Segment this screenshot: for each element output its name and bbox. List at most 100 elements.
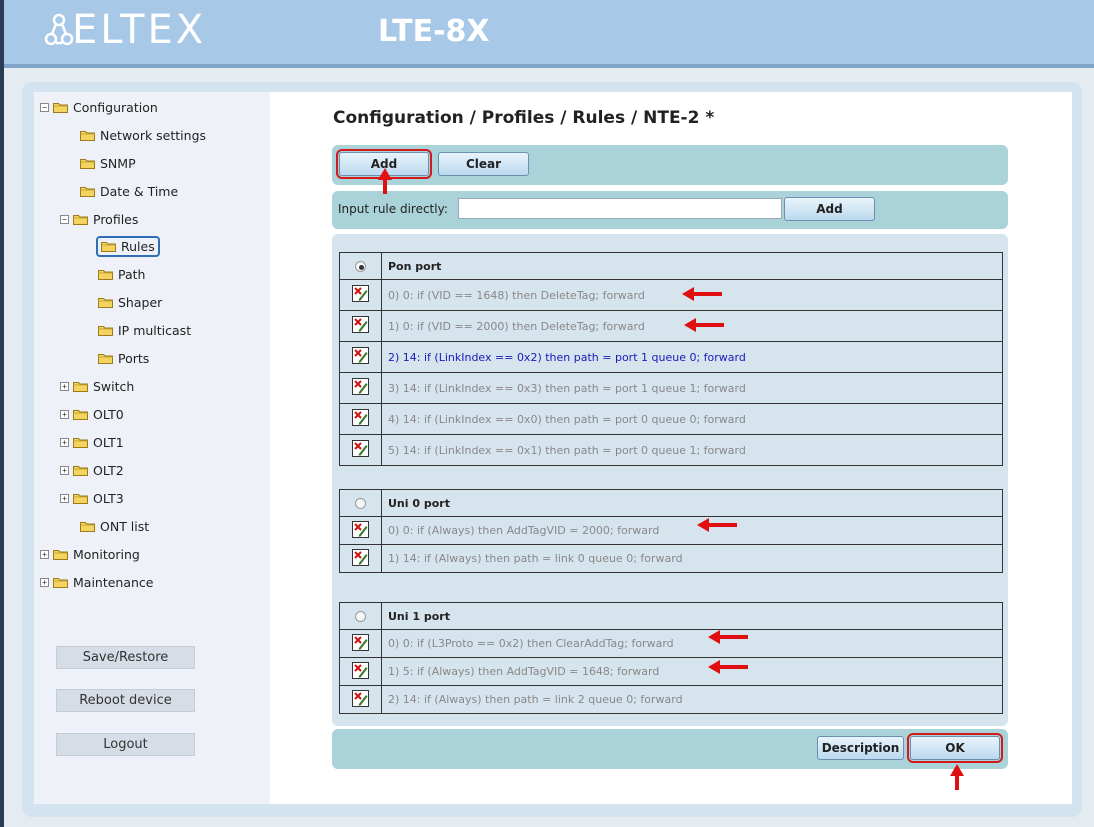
expand-icon[interactable]: + [60, 437, 69, 447]
rule-text[interactable]: 0) 0: if (Always) then AddTagVID = 2000;… [381, 516, 1003, 545]
sidebar-item-olt3[interactable]: + OLT3 [60, 487, 124, 509]
table-row[interactable]: 1) 5: if (Always) then AddTagVID = 1648;… [339, 657, 1003, 686]
table-header-row: Pon port [339, 252, 1003, 280]
rule-text[interactable]: 1) 5: if (Always) then AddTagVID = 1648;… [381, 657, 1003, 686]
direct-input-label: Input rule directly: [338, 202, 448, 216]
sidebar-item-text: Maintenance [73, 574, 154, 590]
sidebar-item-snmp[interactable]: SNMP [80, 152, 136, 174]
folder-icon [80, 521, 95, 532]
port-radio[interactable] [355, 498, 366, 509]
clear-button[interactable]: Clear [438, 152, 529, 176]
sidebar-item-configuration[interactable]: − Configuration [40, 96, 158, 118]
rule-text[interactable]: 0) 0: if (L3Proto == 0x2) then ClearAddT… [381, 629, 1003, 658]
table-row[interactable]: 2) 14: if (LinkIndex == 0x2) then path =… [339, 341, 1003, 373]
table-row[interactable]: 0) 0: if (VID == 1648) then DeleteTag; f… [339, 279, 1003, 311]
rule-text[interactable]: 5) 14: if (LinkIndex == 0x1) then path =… [381, 434, 1003, 466]
rule-text[interactable]: 4) 14: if (LinkIndex == 0x0) then path =… [381, 403, 1003, 435]
table-row[interactable]: 4) 14: if (LinkIndex == 0x0) then path =… [339, 403, 1003, 435]
rule-input[interactable] [458, 198, 782, 219]
rule-text[interactable]: 1) 14: if (Always) then path = link 0 qu… [381, 544, 1003, 573]
annotation-left-arrow [697, 518, 737, 532]
direct-add-button[interactable]: Add [784, 197, 875, 221]
annotation-left-arrow [684, 318, 724, 332]
reboot-device-button[interactable]: Reboot device [56, 689, 195, 712]
expand-icon[interactable]: + [60, 493, 69, 503]
sidebar-item-monitoring[interactable]: + Monitoring [40, 543, 140, 565]
sidebar-item-text: IP multicast [118, 322, 192, 338]
port-radio[interactable] [355, 261, 366, 272]
sidebar-item-text: Path [118, 266, 146, 282]
annotation-up-arrow [950, 764, 964, 790]
expand-icon[interactable]: + [60, 465, 69, 475]
rule-text[interactable]: 2) 14: if (LinkIndex == 0x2) then path =… [381, 341, 1003, 373]
sidebar-item-text: Ports [118, 350, 150, 366]
sidebar-item-olt0[interactable]: + OLT0 [60, 403, 124, 425]
sidebar-item-label: ONT list [80, 519, 149, 534]
table-row[interactable]: 5) 14: if (LinkIndex == 0x1) then path =… [339, 434, 1003, 466]
sidebar-item-profiles[interactable]: − Profiles [60, 208, 138, 230]
sidebar-item-maintenance[interactable]: + Maintenance [40, 571, 154, 593]
edit-rule-icon[interactable] [352, 378, 369, 398]
sidebar-item-olt2[interactable]: + OLT2 [60, 459, 124, 481]
sidebar-item-network-settings[interactable]: Network settings [80, 124, 206, 146]
sidebar-item-label: OLT0 [73, 407, 124, 422]
table-row[interactable]: 3) 14: if (LinkIndex == 0x3) then path =… [339, 372, 1003, 404]
sidebar-item-rules[interactable]: Rules [96, 235, 160, 257]
sidebar-item-text: OLT1 [93, 434, 124, 450]
sidebar-item-ip-multicast[interactable]: IP multicast [98, 319, 191, 341]
edit-rule-icon[interactable] [352, 689, 369, 710]
expand-icon[interactable]: + [40, 549, 49, 559]
edit-rule-icon[interactable] [352, 661, 369, 682]
edit-rule-icon[interactable] [352, 440, 369, 460]
table-row[interactable]: 2) 14: if (Always) then path = link 2 qu… [339, 685, 1003, 714]
sidebar-item-text: Configuration [73, 99, 158, 115]
rules-table: Uni 0 port 0) 0: if (Always) then AddTagV… [339, 489, 1003, 573]
collapse-icon[interactable]: − [40, 102, 49, 112]
sidebar-item-ont-list[interactable]: ONT list [80, 515, 149, 537]
folder-icon [98, 325, 113, 336]
rule-text[interactable]: 2) 14: if (Always) then path = link 2 qu… [381, 685, 1003, 714]
rule-text[interactable]: 3) 14: if (LinkIndex == 0x3) then path =… [381, 372, 1003, 404]
expand-icon[interactable]: + [60, 409, 69, 419]
sidebar-item-shaper[interactable]: Shaper [98, 291, 162, 313]
edit-rule-icon[interactable] [352, 520, 369, 541]
edit-rule-icon[interactable] [352, 285, 369, 305]
sidebar-item-text: ONT list [100, 518, 150, 534]
table-row[interactable]: 1) 14: if (Always) then path = link 0 qu… [339, 544, 1003, 573]
edit-rule-icon[interactable] [352, 409, 369, 429]
expand-icon[interactable]: + [40, 577, 49, 587]
folder-icon [80, 158, 95, 169]
sidebar-item-path[interactable]: Path [98, 263, 145, 285]
sidebar-item-label: Monitoring [53, 547, 140, 562]
edit-rule-icon[interactable] [352, 633, 369, 654]
eltex-logo-icon [44, 13, 74, 46]
sidebar-item-ports[interactable]: Ports [98, 347, 149, 369]
sidebar-item-label: IP multicast [98, 323, 191, 338]
sidebar-item-date-time[interactable]: Date & Time [80, 180, 178, 202]
ok-button[interactable]: OK [907, 733, 1003, 763]
page-title: Configuration / Profiles / Rules / NTE-2… [333, 108, 715, 128]
sidebar-item-text: Date & Time [100, 183, 179, 199]
annotation-left-arrow [682, 287, 722, 301]
table-row[interactable]: 1) 0: if (VID == 2000) then DeleteTag; f… [339, 310, 1003, 342]
edit-rule-icon[interactable] [352, 548, 369, 569]
sidebar-item-label: Shaper [98, 295, 162, 310]
port-radio[interactable] [355, 611, 366, 622]
sidebar-item-olt1[interactable]: + OLT1 [60, 431, 124, 453]
sidebar-item-label: OLT1 [73, 435, 124, 450]
edit-rule-icon[interactable] [352, 347, 369, 367]
table-row[interactable]: 0) 0: if (L3Proto == 0x2) then ClearAddT… [339, 629, 1003, 658]
footer-panel [332, 729, 1008, 769]
description-button[interactable]: Description [817, 736, 904, 760]
sidebar-item-label: Rules [96, 235, 160, 257]
logo-text: ELTEX [72, 7, 207, 53]
table-row[interactable]: 0) 0: if (Always) then AddTagVID = 2000;… [339, 516, 1003, 545]
expand-icon[interactable]: + [60, 381, 69, 391]
sidebar-item-label: OLT3 [73, 491, 124, 506]
save-restore-button[interactable]: Save/Restore [56, 646, 195, 669]
edit-rule-icon[interactable] [352, 316, 369, 336]
table-header-row: Uni 0 port [339, 489, 1003, 517]
sidebar-item-switch[interactable]: + Switch [60, 375, 134, 397]
collapse-icon[interactable]: − [60, 214, 69, 224]
logout-button[interactable]: Logout [56, 733, 195, 756]
